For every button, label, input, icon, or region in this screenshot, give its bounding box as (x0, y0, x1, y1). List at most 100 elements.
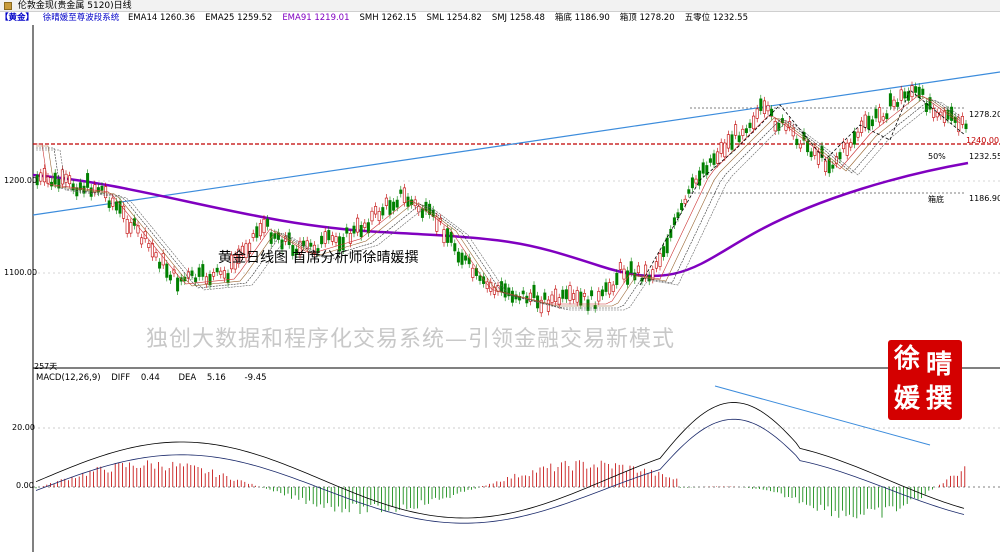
candle-body (611, 284, 615, 292)
chart-overlay-title: 黄金日线图 首席分析师徐晴媛撰 (218, 250, 419, 266)
candle-body (392, 201, 396, 211)
candle-body (741, 128, 745, 136)
candle-body (618, 262, 622, 270)
candle-body (712, 153, 716, 165)
candle-body (622, 268, 626, 280)
red-level-label: 1240.00 (966, 136, 1000, 145)
candle-body (860, 120, 864, 133)
candle-body (690, 177, 694, 189)
indicator-3: SMH 1262.15 (359, 13, 417, 23)
candle-body (680, 203, 684, 210)
candle-body (838, 152, 842, 160)
candle-body (708, 158, 712, 163)
candle-body (330, 235, 334, 242)
candle-body (849, 142, 853, 148)
candle-body (762, 100, 766, 114)
candle-body (579, 291, 583, 306)
candle-body (521, 290, 525, 295)
candle-body (334, 236, 338, 243)
seal-char: 徐 (894, 344, 921, 374)
candle-body (856, 131, 860, 138)
indicator-7: 箱顶 1278.20 (619, 13, 675, 23)
candle-body (71, 183, 75, 191)
candle-body (374, 206, 378, 215)
macd-title[interactable]: MACD(12,26,9) (36, 373, 101, 383)
candle-body (352, 225, 356, 234)
candle-body (64, 173, 68, 183)
candle-body (597, 290, 601, 302)
candle-body (885, 113, 889, 120)
candle-body (363, 222, 367, 228)
days-count: 257天 (34, 362, 58, 371)
candle-body (903, 91, 907, 99)
candle-body (449, 231, 453, 243)
candle-body (636, 265, 640, 274)
candle-body (852, 131, 856, 145)
candle-body (748, 122, 752, 129)
candle-body (784, 123, 788, 131)
candle-body (755, 108, 759, 119)
indicator-4: SML 1254.82 (426, 13, 482, 23)
candle-body (129, 222, 133, 234)
candle-body (795, 138, 799, 146)
candle-body (446, 228, 450, 243)
candle-body (737, 135, 741, 143)
candle-body (255, 226, 259, 238)
candle-body (460, 252, 464, 265)
candle-body (381, 207, 385, 216)
indicator-2: EMA91 1219.01 (282, 13, 350, 23)
candle-body (266, 218, 270, 227)
candle-body (50, 181, 54, 187)
window-title: 伦敦金现(贵金属 5120)日线 (17, 1, 132, 11)
macd-axis-label-0: 0.00 (16, 481, 34, 490)
candle-body (251, 233, 255, 238)
candle-body (723, 142, 727, 158)
candle-body (798, 143, 802, 149)
candle-body (759, 98, 763, 111)
indicator-6: 箱底 1186.90 (554, 13, 610, 23)
candle-body (114, 201, 118, 211)
candle-body (629, 261, 633, 273)
candle-body (658, 253, 662, 267)
candle-body (104, 186, 108, 199)
candle-body (107, 200, 111, 208)
candle-body (345, 227, 349, 234)
candle-body (881, 116, 885, 121)
candle-body (896, 102, 900, 107)
candle-body (464, 255, 468, 261)
candle-body (845, 142, 849, 156)
candle-body (892, 99, 896, 107)
candle-body (615, 272, 619, 285)
price-chart[interactable] (0, 25, 1000, 552)
candle-body (262, 218, 266, 234)
ma-line (36, 101, 961, 311)
candle-body (730, 134, 734, 150)
candle-body (665, 237, 669, 254)
candle-body (870, 119, 874, 127)
candle-body (39, 172, 43, 182)
candle-body (654, 261, 658, 269)
candle-body (111, 197, 115, 207)
candle-body (402, 187, 406, 203)
dea-value: 5.16 (206, 373, 226, 383)
candle-body (554, 288, 558, 302)
diff-value: 0.44 (140, 373, 160, 383)
candle-body (586, 299, 590, 311)
candle-body (471, 267, 475, 278)
system-label: 徐晴媛至尊波段系统 (42, 13, 120, 23)
indicator-0: EMA14 1260.36 (127, 13, 196, 23)
candle-body (572, 293, 576, 300)
macd-indicator-bar: MACD(12,26,9) DIFF 0.44 DEA 5.16 -9.45 (36, 373, 275, 383)
candle-body (582, 292, 586, 297)
candle-body (125, 219, 129, 234)
candle-body (564, 289, 568, 300)
macd-axis-label-20: 20.00 (12, 423, 35, 432)
candle-body (561, 289, 565, 299)
candle-body (140, 237, 144, 245)
indicator-8: 五零位 1232.55 (684, 13, 748, 23)
candle-body (590, 290, 594, 297)
candle-body (914, 86, 918, 93)
axis-label-1200: 1200.00 (4, 176, 38, 185)
symbol-label[interactable]: 【黄金】 (0, 13, 34, 23)
candle-body (888, 93, 892, 107)
